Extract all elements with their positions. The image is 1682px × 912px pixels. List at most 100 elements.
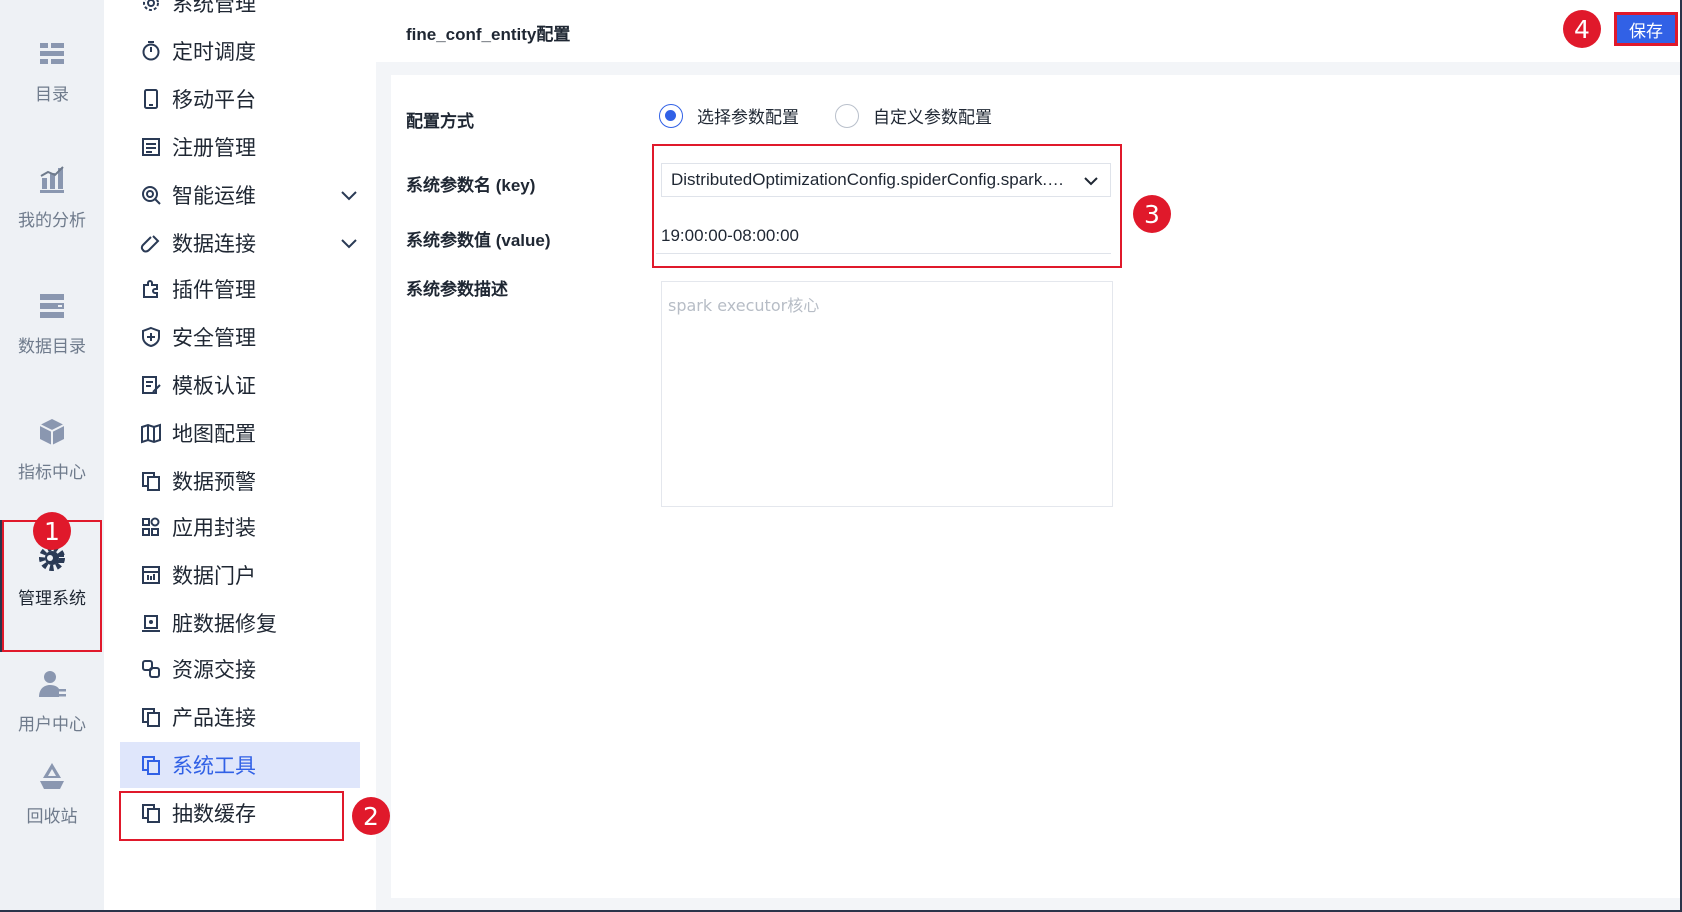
menu-item-label: 产品连接 [172, 707, 256, 730]
menu-item-label: 定时调度 [172, 41, 256, 64]
radio-unchecked-icon [835, 103, 859, 128]
rail-item-recycle-bin[interactable]: 回收站 [0, 760, 104, 827]
active-rail-indicator [0, 520, 3, 652]
rail-item-label: 我的分析 [18, 211, 86, 230]
handover-icon [142, 660, 160, 678]
menu-item-intelligent-ops[interactable]: 智能运维 [120, 172, 360, 218]
link-icon [140, 235, 160, 253]
param-key-select[interactable]: DistributedOptimizationConfig.spiderConf… [661, 163, 1111, 197]
register-icon [142, 138, 160, 156]
rail-item-user-center[interactable]: 用户中心 [0, 668, 104, 735]
menu-item-mobile-platform[interactable]: 移动平台 [120, 76, 360, 122]
copy-icon [142, 756, 160, 775]
secondary-menu: 系统管理 定时调度 移动平台 注册管理 智能运维 数据连接 插件管理 安全管理 … [104, 0, 480, 910]
menu-item-plugin-management[interactable]: 插件管理 [120, 266, 360, 312]
annotation-badge-1: 1 [33, 512, 71, 550]
menu-item-app-packaging[interactable]: 应用封装 [120, 504, 360, 550]
rail-item-metric-center[interactable]: 指标中心 [0, 416, 104, 483]
menu-item-resource-handover[interactable]: 资源交接 [120, 646, 360, 692]
desc-label: 系统参数描述 [406, 280, 508, 299]
menu-item-map-config[interactable]: 地图配置 [120, 410, 360, 456]
rail-item-label: 指标中心 [18, 463, 86, 482]
menu-item-schedule[interactable]: 定时调度 [120, 28, 360, 74]
plugin-icon [143, 280, 158, 298]
rail-item-data-catalog[interactable]: 数据目录 [0, 290, 104, 357]
page-header: fine_conf_entity配置 保存 [376, 0, 1682, 62]
app-grid-icon [142, 517, 160, 536]
menu-item-label: 注册管理 [172, 137, 256, 160]
menu-item-label: 插件管理 [172, 279, 256, 302]
settings-icon [143, 0, 159, 11]
menu-item-registration[interactable]: 注册管理 [120, 124, 360, 170]
user-icon [39, 671, 66, 697]
menu-item-security[interactable]: 安全管理 [120, 314, 360, 360]
menu-item-data-alert[interactable]: 数据预警 [120, 458, 360, 504]
menu-item-label: 智能运维 [172, 185, 256, 208]
menu-item-label: 数据预警 [172, 471, 256, 494]
menu-item-dirty-data-repair[interactable]: 脏数据修复 [120, 600, 360, 646]
chevron-down-icon[interactable] [338, 184, 360, 206]
menu-item-system-management[interactable]: 系统管理 [120, 0, 360, 26]
portal-icon [142, 566, 160, 584]
menu-item-system-tools[interactable]: 系统工具 [120, 742, 360, 788]
menu-item-extract-cache[interactable]: 抽数缓存 [120, 790, 360, 836]
rail-item-manage-system[interactable]: 管理系统 [0, 542, 104, 609]
ops-icon [142, 186, 161, 205]
menu-item-label: 系统管理 [172, 0, 256, 16]
menu-item-label: 抽数缓存 [172, 803, 256, 826]
copy-icon [142, 708, 160, 727]
menu-item-template-auth[interactable]: 模板认证 [120, 362, 360, 408]
radio-label: 选择参数配置 [697, 108, 799, 127]
menu-item-label: 系统工具 [172, 755, 256, 778]
chevron-down-icon [1084, 177, 1098, 186]
menu-item-label: 脏数据修复 [172, 613, 277, 636]
mobile-icon [144, 89, 158, 109]
rail-item-label: 回收站 [26, 807, 78, 826]
annotation-badge-3: 3 [1133, 195, 1171, 233]
repair-icon [142, 615, 160, 632]
chevron-down-icon[interactable] [338, 232, 360, 254]
rail-item-label: 用户中心 [18, 715, 86, 734]
config-mode-label: 配置方式 [406, 112, 474, 131]
menu-item-product-connection[interactable]: 产品连接 [120, 694, 360, 740]
template-icon [142, 376, 161, 394]
metric-cube-icon [39, 419, 65, 445]
copy-icon [142, 804, 160, 823]
menu-item-data-connection[interactable]: 数据连接 [120, 220, 360, 266]
radio-custom-param[interactable]: 自定义参数配置 [835, 103, 992, 128]
param-key-value: DistributedOptimizationConfig.spiderConf… [671, 170, 1066, 189]
value-label: 系统参数值 (value) [406, 231, 551, 250]
menu-item-label: 地图配置 [172, 423, 256, 446]
page-title: fine_conf_entity配置 [406, 25, 571, 44]
icon-rail: 目录 我的分析 数据目录 指标中心 管理系统 用户中心 回收站 [0, 0, 104, 910]
analysis-chart-icon [40, 166, 64, 193]
rail-item-label: 数据目录 [18, 337, 86, 356]
radio-select-param[interactable]: 选择参数配置 [659, 103, 799, 128]
menu-item-label: 移动平台 [172, 89, 256, 112]
param-value-input[interactable] [656, 218, 1111, 254]
menu-item-label: 资源交接 [172, 659, 256, 682]
radio-label: 自定义参数配置 [873, 108, 992, 127]
menu-item-label: 数据门户 [172, 565, 256, 588]
save-button[interactable]: 保存 [1614, 12, 1678, 46]
menu-item-label: 应用封装 [172, 517, 256, 540]
menu-item-data-portal[interactable]: 数据门户 [120, 552, 360, 598]
map-icon [141, 423, 161, 444]
shield-icon [142, 326, 160, 348]
rail-item-label: 目录 [35, 85, 69, 104]
menu-item-label: 模板认证 [172, 375, 256, 398]
config-form-panel: 配置方式 选择参数配置 自定义参数配置 系统参数名 (key) Distribu… [391, 75, 1680, 898]
recycle-icon [40, 763, 64, 789]
radio-checked-icon [659, 103, 683, 128]
param-description-textarea[interactable] [661, 281, 1113, 507]
rail-item-catalog[interactable]: 目录 [0, 38, 104, 105]
copy-icon [142, 472, 160, 491]
timer-icon [142, 41, 160, 61]
key-label: 系统参数名 (key) [406, 176, 536, 195]
rail-item-analysis[interactable]: 我的分析 [0, 164, 104, 231]
annotation-badge-4: 4 [1563, 10, 1601, 48]
menu-item-label: 数据连接 [172, 233, 256, 256]
menu-item-label: 安全管理 [172, 327, 256, 350]
rail-item-label: 管理系统 [18, 589, 86, 608]
catalog-icon [40, 43, 64, 64]
